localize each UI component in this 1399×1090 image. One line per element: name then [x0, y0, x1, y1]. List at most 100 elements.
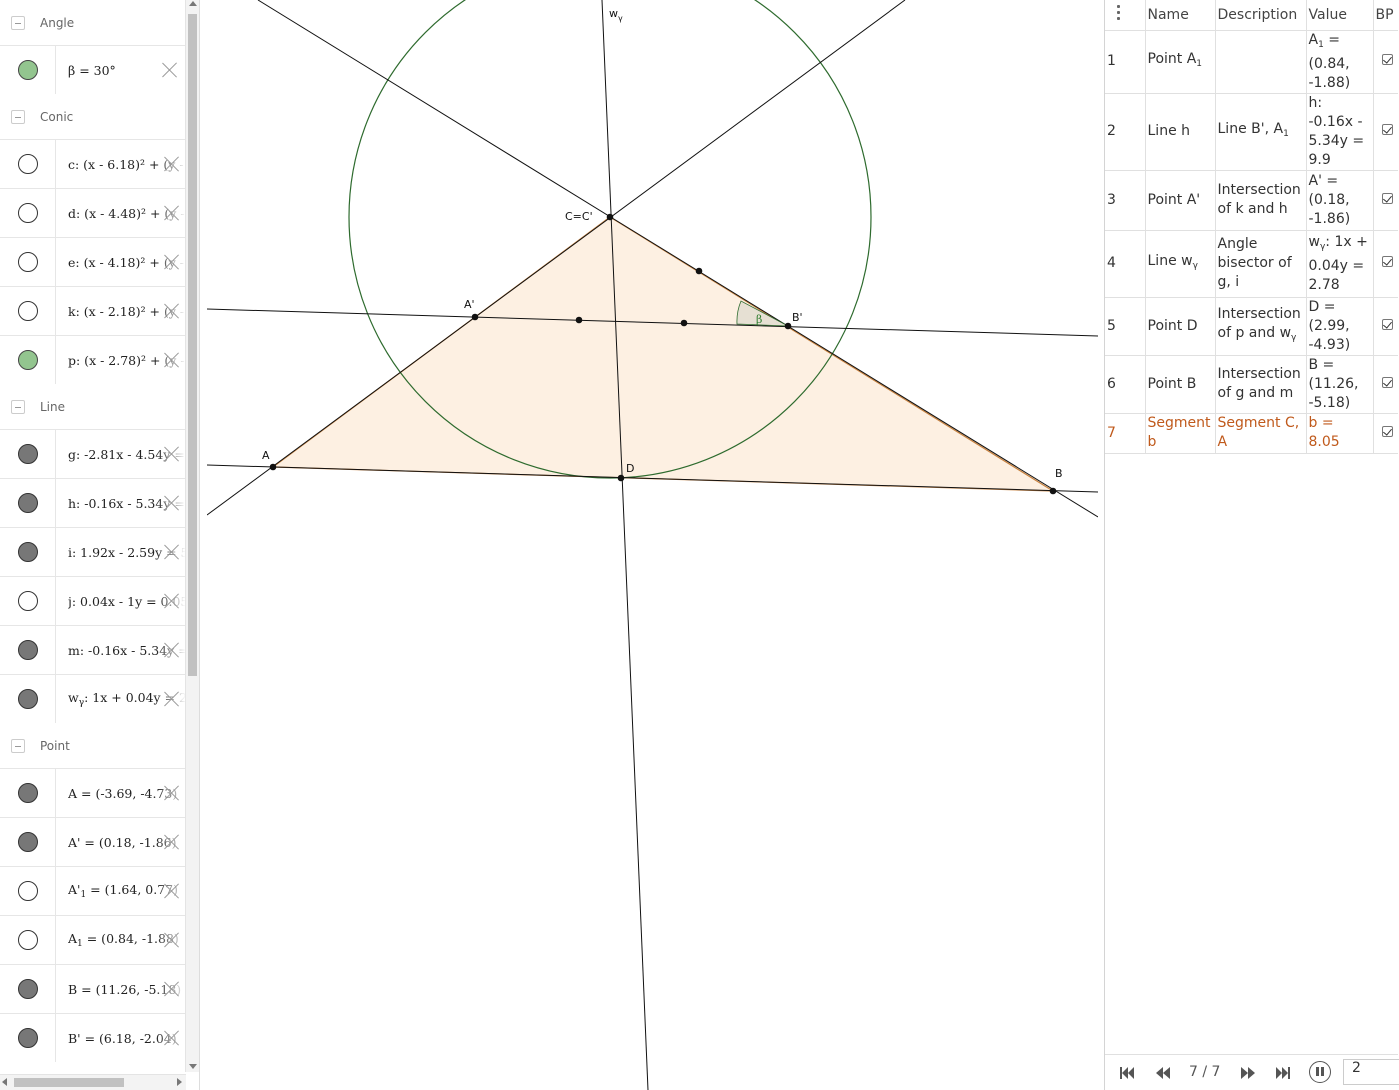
algebra-item[interactable]: β = 30° [0, 45, 186, 94]
protocol-row[interactable]: 4 Line wγ Angle bisector of g, i wγ: 1x +0.04… [1105, 230, 1398, 298]
scroll-down-arrow-icon[interactable] [189, 1064, 197, 1069]
header-value[interactable]: Value [1306, 0, 1374, 31]
header-menu[interactable] [1105, 0, 1146, 31]
marble-icon[interactable] [17, 493, 38, 513]
marble-icon[interactable] [17, 154, 38, 174]
group-header-conic[interactable]: Conic [0, 94, 186, 139]
breakpoint-checkbox[interactable] [1381, 425, 1393, 437]
scrollbar-thumb[interactable] [188, 14, 197, 676]
breakpoint-checkbox[interactable] [1381, 192, 1393, 204]
point-h2[interactable] [680, 319, 688, 327]
marble-icon[interactable] [17, 444, 38, 464]
breakpoint-checkbox[interactable] [1381, 124, 1393, 135]
protocol-row[interactable]: 3 Point A' Intersection of k and h A' = (0.18… [1105, 170, 1398, 231]
construction-canvas[interactable]: β A B A' B' C=C' D wγ [207, 0, 1098, 1090]
delete-icon[interactable] [163, 204, 180, 221]
algebra-item[interactable]: i: 1.92x - 2.59y = 5 [0, 527, 186, 576]
visibility-toggle[interactable] [0, 867, 56, 915]
delete-icon[interactable] [163, 592, 180, 609]
visibility-toggle[interactable] [0, 528, 56, 576]
marble-icon[interactable] [17, 979, 38, 999]
protocol-bp[interactable] [1373, 355, 1398, 414]
delete-icon[interactable] [163, 351, 180, 368]
visibility-toggle[interactable] [0, 818, 56, 866]
visibility-toggle[interactable] [0, 965, 56, 1013]
algebra-vertical-scrollbar[interactable] [185, 0, 199, 1072]
marble-icon[interactable] [17, 252, 38, 272]
menu-dots-icon[interactable] [1117, 4, 1121, 21]
scroll-right-arrow-icon[interactable] [177, 1078, 182, 1086]
delete-icon[interactable] [163, 445, 180, 462]
delete-icon[interactable] [161, 61, 178, 78]
point-d[interactable] [617, 474, 625, 482]
angle-beta-sector[interactable] [736, 300, 789, 327]
delete-icon[interactable] [163, 155, 180, 172]
protocol-row[interactable]: 6 Point B Intersection of g and mB = (11.26,… [1105, 355, 1398, 414]
header-name[interactable]: Name [1145, 0, 1216, 31]
marble-icon[interactable] [17, 350, 38, 370]
collapse-toggle-icon[interactable] [11, 109, 25, 124]
header-bp[interactable]: BP [1373, 0, 1398, 31]
marble-icon[interactable] [17, 783, 38, 803]
marble-icon[interactable] [17, 832, 38, 852]
point-a[interactable] [269, 463, 277, 471]
marble-icon[interactable] [17, 881, 38, 901]
next-step-icon[interactable] [1238, 1063, 1258, 1083]
point-m1[interactable] [695, 267, 703, 275]
algebra-item[interactable]: e: (x - 4.18)² + (y - [0, 237, 186, 286]
protocol-row[interactable]: 1 Point A1 A1 = (0.84, -1.88) [1105, 30, 1398, 94]
marble-icon[interactable] [17, 930, 38, 950]
delete-icon[interactable] [163, 690, 180, 707]
algebra-item[interactable]: A = (-3.69, -4.73) [0, 768, 186, 817]
delete-icon[interactable] [163, 833, 180, 850]
protocol-bp[interactable] [1373, 297, 1398, 356]
breakpoint-checkbox[interactable] [1381, 318, 1393, 330]
point-h1[interactable] [575, 316, 583, 324]
delete-icon[interactable] [163, 1029, 180, 1046]
delete-icon[interactable] [163, 494, 180, 511]
group-header-line[interactable]: Line [0, 384, 186, 429]
delete-icon[interactable] [163, 543, 180, 560]
point-a-prime[interactable] [471, 313, 479, 321]
collapse-toggle-icon[interactable] [11, 15, 25, 30]
delete-icon[interactable] [163, 302, 180, 319]
visibility-toggle[interactable] [0, 238, 56, 286]
group-header-point[interactable]: Point [0, 723, 186, 768]
point-b-prime[interactable] [784, 322, 792, 330]
visibility-toggle[interactable] [0, 336, 56, 384]
group-header-angle[interactable]: Angle [0, 0, 186, 45]
algebra-item[interactable]: p: (x - 2.78)² + (y - [0, 335, 186, 384]
protocol-row[interactable]: 7 Segment b Segment C, Ab = 8.05 [1105, 413, 1398, 454]
marble-icon[interactable] [17, 60, 38, 80]
marble-icon[interactable] [17, 301, 38, 321]
protocol-bp[interactable] [1373, 230, 1398, 298]
delete-icon[interactable] [163, 882, 180, 899]
algebra-item[interactable]: d: (x - 4.48)² + (y - [0, 188, 186, 237]
collapse-toggle-icon[interactable] [11, 399, 25, 414]
algebra-item[interactable]: A1 = (0.84, -1.88) [0, 915, 186, 964]
breakpoint-checkbox[interactable] [1381, 376, 1393, 388]
protocol-bp[interactable] [1373, 413, 1398, 454]
scrollbar-thumb[interactable] [14, 1078, 124, 1087]
visibility-toggle[interactable] [0, 769, 56, 817]
first-step-icon[interactable] [1117, 1063, 1137, 1083]
line-w-gamma[interactable] [601, 0, 649, 1090]
visibility-toggle[interactable] [0, 1014, 56, 1062]
breakpoint-checkbox[interactable] [1381, 256, 1393, 267]
marble-icon[interactable] [17, 542, 38, 562]
graphics-view[interactable]: β A B A' B' C=C' D wγ [207, 0, 1098, 1090]
delete-icon[interactable] [163, 253, 180, 270]
algebra-item[interactable]: h: -0.16x - 5.34y = [0, 478, 186, 527]
visibility-toggle[interactable] [0, 140, 56, 188]
algebra-item[interactable]: k: (x - 2.18)² + (y - [0, 286, 186, 335]
visibility-toggle[interactable] [0, 287, 56, 335]
algebra-item[interactable]: wγ: 1x + 0.04y = 2. [0, 674, 186, 723]
protocol-bp[interactable] [1373, 93, 1398, 171]
point-b[interactable] [1049, 487, 1057, 495]
triangle-abc[interactable] [273, 217, 1053, 491]
collapse-toggle-icon[interactable] [11, 738, 25, 753]
visibility-toggle[interactable] [0, 46, 56, 94]
algebra-item[interactable]: B = (11.26, -5.18) [0, 964, 186, 1013]
last-step-icon[interactable] [1273, 1063, 1293, 1083]
marble-icon[interactable] [17, 591, 38, 611]
